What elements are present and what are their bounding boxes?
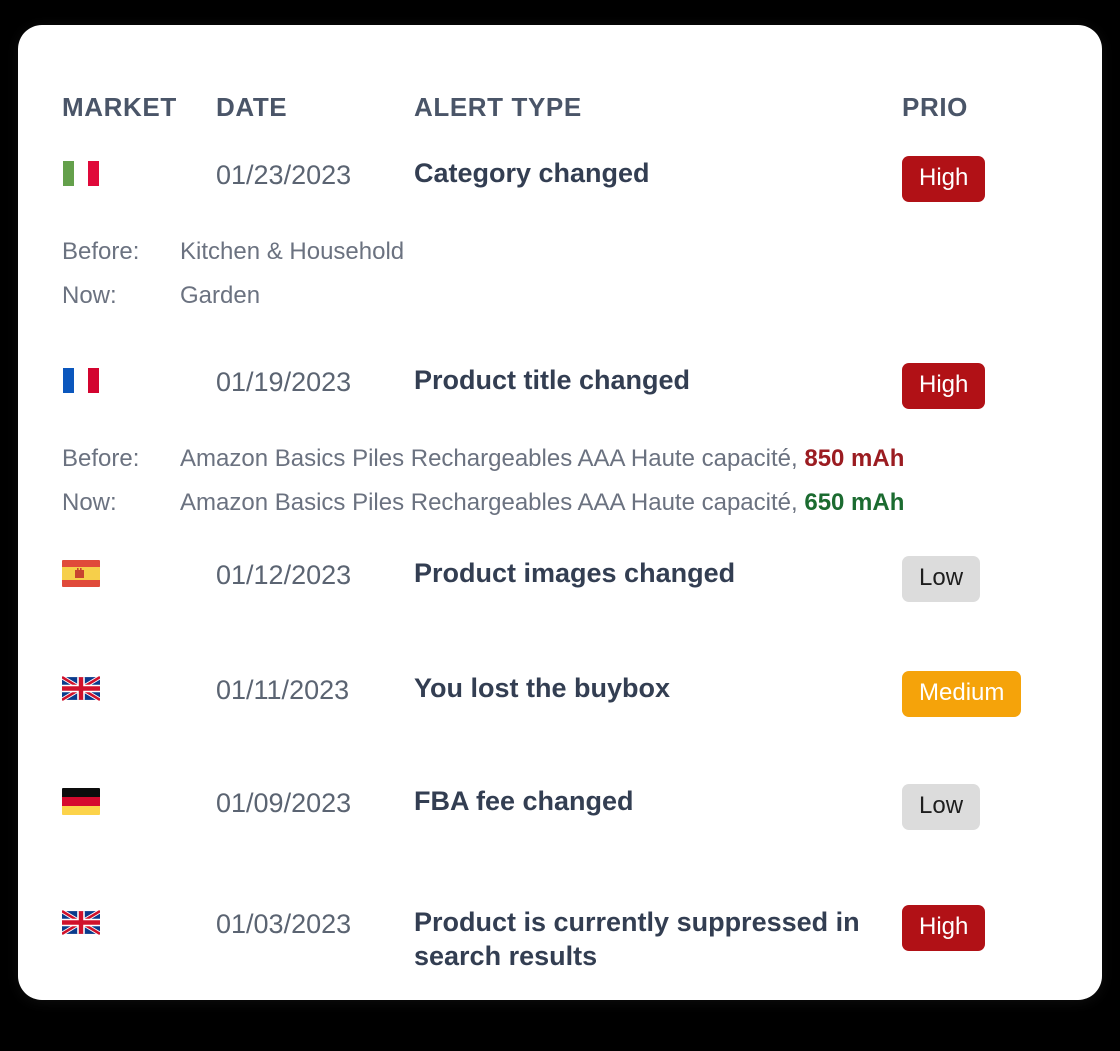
status-badge: High: [902, 905, 986, 951]
column-header-date: DATE: [216, 92, 288, 122]
status-badge: Low: [902, 784, 981, 830]
priority-cell: Low: [902, 784, 1062, 830]
market-cell: [62, 909, 182, 936]
date-cell: 01/19/2023: [216, 367, 352, 397]
flag-italy-icon: [62, 160, 100, 187]
market-cell: [62, 788, 182, 815]
market-cell: [62, 675, 182, 702]
detail-value: Amazon Basics Piles Rechargeables AAA Ha…: [180, 489, 905, 516]
date-cell: 01/12/2023: [216, 560, 352, 590]
status-badge: High: [902, 156, 986, 202]
detail-label: Before:: [62, 238, 140, 265]
detail-highlight: 850 mAh: [804, 445, 905, 472]
column-header-market: MARKET: [62, 92, 177, 122]
detail-label: Before:: [62, 445, 140, 472]
alert-type-cell: FBA fee changed: [414, 786, 634, 816]
detail-line: Before: Amazon Basics Piles Rechargeables…: [18, 442, 1102, 476]
alert-type-cell: Product is currently suppressed in searc…: [414, 907, 860, 971]
flag-uk-icon: [62, 675, 100, 702]
date-cell: 01/03/2023: [216, 909, 352, 939]
status-badge: Low: [902, 556, 981, 602]
detail-label: Now:: [62, 489, 117, 516]
alert-type-cell: You lost the buybox: [414, 673, 670, 703]
detail-value: Kitchen & Household: [180, 238, 405, 265]
flag-germany-icon: [62, 788, 100, 815]
alert-type-cell: Product images changed: [414, 558, 736, 588]
market-cell: [62, 160, 182, 187]
column-header-prio: PRIO: [902, 92, 968, 122]
priority-cell: Medium: [902, 671, 1062, 717]
status-badge: High: [902, 363, 986, 409]
priority-cell: High: [902, 156, 1062, 202]
detail-label: Now:: [62, 282, 117, 309]
detail-value: Amazon Basics Piles Rechargeables AAA Ha…: [180, 445, 905, 472]
detail-line: Now: Amazon Basics Piles Rechargeables AA…: [18, 486, 1102, 520]
alerts-card: MARKET DATE ALERT TYPE PRIO 01/23/2023 Ca…: [18, 25, 1102, 1000]
alert-type-cell: Product title changed: [414, 365, 691, 395]
date-cell: 01/09/2023: [216, 788, 352, 818]
detail-value: Garden: [180, 282, 261, 309]
priority-cell: Low: [902, 556, 1062, 602]
alert-type-cell: Category changed: [414, 158, 650, 188]
date-cell: 01/11/2023: [216, 675, 350, 705]
detail-highlight: 650 mAh: [804, 489, 905, 516]
market-cell: [62, 560, 182, 587]
detail-line: Before: Kitchen & Household: [18, 235, 1102, 269]
flag-spain-icon: [62, 560, 100, 587]
priority-cell: High: [902, 905, 1062, 951]
status-badge: Medium: [902, 671, 1022, 717]
date-cell: 01/23/2023: [216, 160, 352, 190]
table-header: MARKET DATE ALERT TYPE PRIO: [18, 87, 1102, 127]
flag-uk-icon: [62, 909, 100, 936]
detail-line: Now: Garden: [18, 279, 1102, 313]
market-cell: [62, 367, 182, 394]
priority-cell: High: [902, 363, 1062, 409]
flag-france-icon: [62, 367, 100, 394]
column-header-alert-type: ALERT TYPE: [414, 92, 582, 122]
